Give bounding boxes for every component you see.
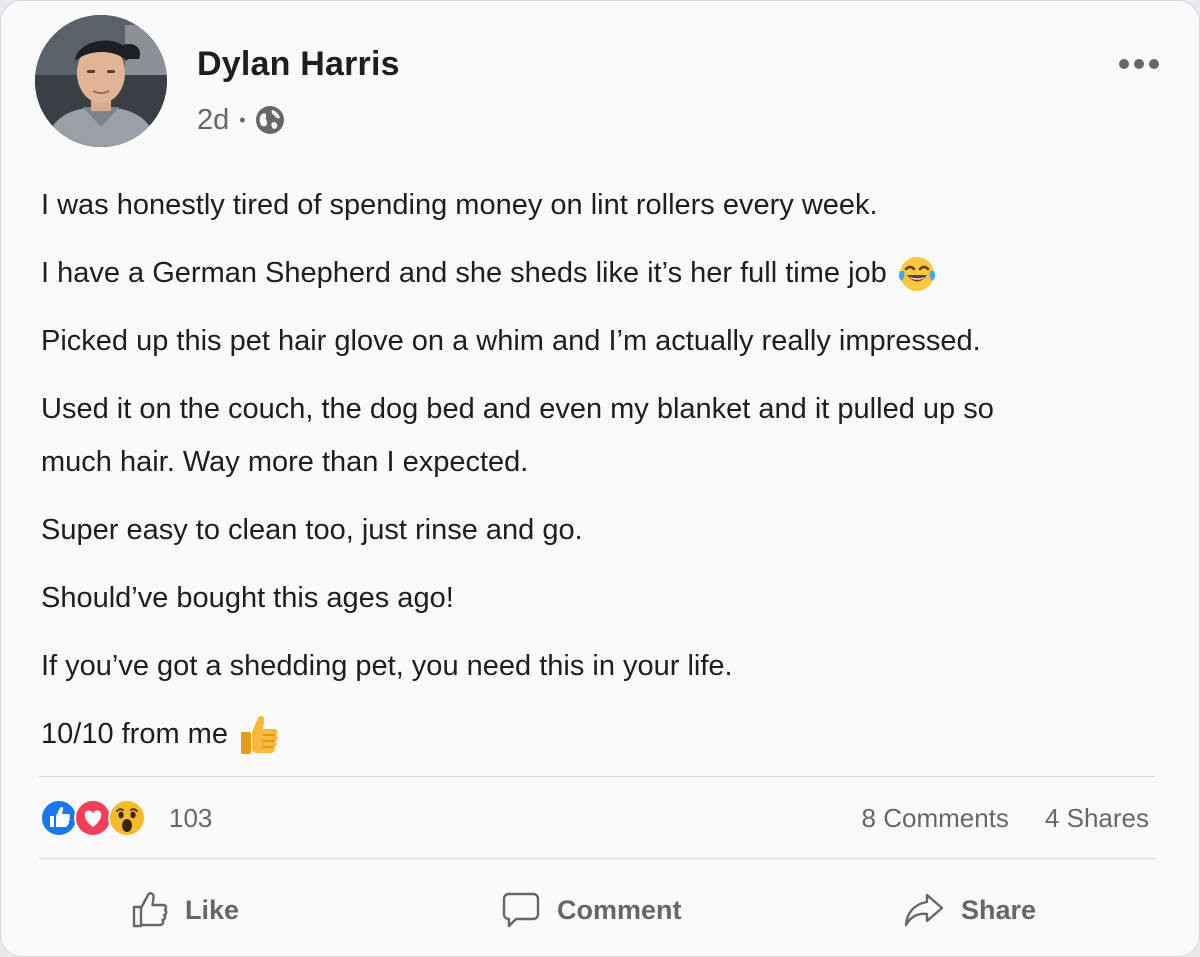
- action-bar: Like Comment Share: [39, 879, 1155, 941]
- paragraph-text: I have a German Shepherd and she sheds l…: [41, 257, 887, 289]
- post-paragraph: If you’ve got a shedding pet, you need t…: [41, 640, 1161, 693]
- avatar[interactable]: [35, 15, 167, 147]
- like-label: Like: [185, 894, 240, 925]
- ellipsis-icon: [1119, 59, 1129, 69]
- paragraph-text: Should’ve bought this ages ago!: [41, 582, 454, 614]
- post-paragraph: 10/10 from me: [41, 708, 1161, 761]
- paragraph-text: Picked up this pet hair glove on a whim …: [41, 325, 981, 357]
- ellipsis-dot: [1149, 59, 1159, 69]
- comment-label: Comment: [557, 894, 682, 925]
- comments-count-link[interactable]: 8 Comments: [862, 803, 1009, 834]
- wow-reaction-icon: [107, 798, 147, 838]
- post-paragraph: Picked up this pet hair glove on a whim …: [41, 315, 1161, 368]
- post-paragraph: I was honestly tired of spending money o…: [41, 179, 1161, 232]
- post-paragraph: Used it on the couch, the dog bed and ev…: [41, 383, 1071, 489]
- divider: [39, 776, 1155, 777]
- post-stats: 103 8 Comments 4 Shares: [39, 795, 1149, 841]
- reaction-count: 103: [169, 802, 213, 833]
- paragraph-text: Super easy to clean too, just rinse and …: [41, 514, 583, 546]
- like-button[interactable]: Like: [131, 879, 239, 941]
- post-paragraph: I have a German Shepherd and she sheds l…: [41, 247, 1161, 300]
- post-card: Dylan Harris 2d • I was honestly tired o…: [0, 0, 1200, 957]
- meta-separator: •: [239, 109, 246, 130]
- reactions-summary[interactable]: 103: [39, 798, 212, 838]
- shares-count-link[interactable]: 4 Shares: [1045, 803, 1149, 834]
- ellipsis-dot: [1134, 59, 1144, 69]
- paragraph-text: 10/10 from me: [41, 718, 228, 750]
- share-arrow-icon: [904, 893, 944, 927]
- author-name[interactable]: Dylan Harris: [197, 45, 400, 84]
- share-label: Share: [961, 894, 1037, 925]
- post-paragraph: Super easy to clean too, just rinse and …: [41, 504, 1161, 557]
- paragraph-text: Used it on the couch, the dog bed and ev…: [41, 393, 994, 478]
- globe-icon[interactable]: [255, 105, 285, 135]
- post-paragraph: Should’ve bought this ages ago!: [41, 572, 1161, 625]
- paragraph-text: If you’ve got a shedding pet, you need t…: [41, 650, 733, 682]
- comment-icon: [502, 892, 540, 928]
- engagement-counts: 8 Comments 4 Shares: [862, 803, 1149, 834]
- post-meta: 2d •: [197, 103, 285, 137]
- post-time[interactable]: 2d: [197, 104, 229, 137]
- post-text: I was honestly tired of spending money o…: [41, 179, 1161, 776]
- share-button[interactable]: Share: [903, 879, 1036, 941]
- profile-photo: [35, 15, 167, 147]
- more-options-button[interactable]: [1119, 59, 1159, 69]
- thumbs-up-emoji: [238, 713, 280, 757]
- thumbs-up-icon: [132, 892, 168, 928]
- paragraph-text: I was honestly tired of spending money o…: [41, 189, 878, 221]
- tears-of-joy-emoji: [897, 254, 937, 294]
- divider: [39, 858, 1155, 859]
- comment-button[interactable]: Comment: [501, 879, 682, 941]
- reaction-icons: [39, 798, 146, 838]
